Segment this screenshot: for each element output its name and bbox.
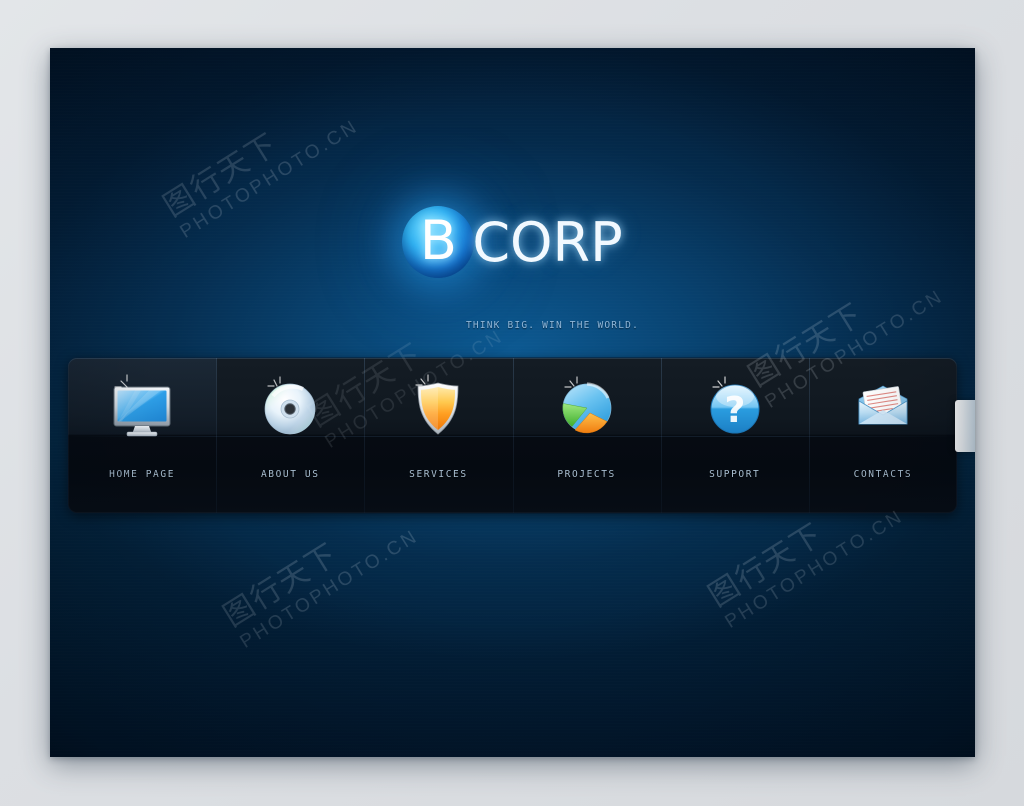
nav-item-label: PROJECTS — [557, 469, 616, 480]
monitor-icon — [105, 372, 179, 446]
logo-letter-b: B — [419, 208, 457, 272]
site-panel: B CORP THINK BIG. WIN THE WORLD. HOME PA… — [50, 48, 975, 757]
nav-item-label: SERVICES — [409, 469, 468, 480]
nav-item-support[interactable]: ? SUPPORT — [660, 358, 809, 513]
nav-item-services[interactable]: SERVICES — [364, 358, 512, 513]
shield-icon — [401, 372, 475, 446]
blue-glow-circle-icon: B — [402, 206, 475, 278]
nav-item-label: HOME PAGE — [109, 469, 176, 480]
svg-text:?: ? — [724, 390, 745, 431]
envelope-mail-icon — [846, 372, 920, 446]
site-logo[interactable]: B CORP THINK BIG. WIN THE WORLD. — [50, 206, 975, 331]
pie-chart-icon — [550, 372, 624, 446]
main-navigation-bar: HOME PAGE ABOUT US SERVICES PROJECTS ? S… — [68, 358, 957, 513]
nav-item-about-us[interactable]: ABOUT US — [216, 358, 364, 513]
question-mark-icon: ? — [698, 372, 772, 446]
logo-tagline: THINK BIG. WIN THE WORLD. — [466, 320, 639, 331]
nav-item-label: CONTACTS — [853, 469, 913, 480]
logo-wordmark: CORP — [472, 211, 623, 274]
nav-item-label: SUPPORT — [709, 469, 761, 480]
side-pull-tab[interactable] — [955, 400, 975, 452]
compact-disc-icon — [253, 372, 327, 446]
nav-item-contacts[interactable]: CONTACTS — [808, 358, 957, 513]
nav-item-home-page[interactable]: HOME PAGE — [68, 358, 217, 513]
nav-item-label: ABOUT US — [260, 469, 320, 480]
nav-item-projects[interactable]: PROJECTS — [512, 358, 661, 513]
